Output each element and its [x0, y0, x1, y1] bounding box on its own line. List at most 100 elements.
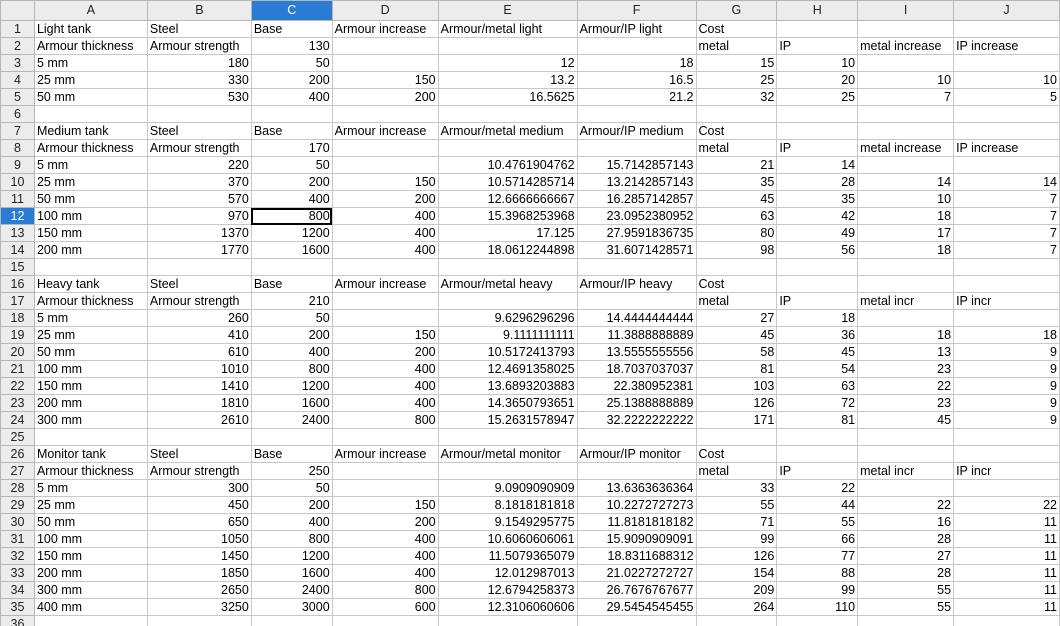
cell-i6[interactable] [857, 105, 955, 123]
cell-f16[interactable]: Armour/IP heavy [576, 275, 697, 293]
cell-e36[interactable] [437, 615, 578, 626]
cell-i28[interactable] [857, 479, 955, 497]
cell-a20[interactable]: 50 mm [33, 343, 148, 361]
cell-g16[interactable]: Cost [695, 275, 778, 293]
row-header-25[interactable]: 25 [0, 428, 35, 446]
column-header-d[interactable]: D [331, 0, 439, 21]
cell-g28[interactable]: 33 [695, 479, 778, 497]
cell-e6[interactable] [437, 105, 578, 123]
cell-f8[interactable] [576, 139, 697, 157]
row-header-13[interactable]: 13 [0, 224, 35, 242]
cell-j15[interactable] [953, 258, 1060, 276]
cell-f9[interactable]: 15.7142857143 [576, 156, 697, 174]
cell-d11[interactable]: 200 [331, 190, 439, 208]
cell-j31[interactable]: 11 [953, 530, 1060, 548]
cell-b8[interactable]: Armour strength [146, 139, 252, 157]
cell-j14[interactable]: 7 [953, 241, 1060, 259]
cell-a10[interactable]: 25 mm [33, 173, 148, 191]
cell-c22[interactable]: 1200 [250, 377, 333, 395]
cell-h23[interactable]: 72 [776, 394, 859, 412]
cell-j17[interactable]: IP incr [953, 292, 1060, 310]
cell-d8[interactable] [331, 139, 439, 157]
cell-b29[interactable]: 450 [146, 496, 252, 514]
cell-c13[interactable]: 1200 [250, 224, 333, 242]
cell-f10[interactable]: 13.2142857143 [576, 173, 697, 191]
cell-c10[interactable]: 200 [250, 173, 333, 191]
cell-d18[interactable] [331, 309, 439, 327]
cell-b17[interactable]: Armour strength [146, 292, 252, 310]
cell-f25[interactable] [576, 428, 697, 446]
column-header-a[interactable]: A [33, 0, 148, 21]
cell-i2[interactable]: metal increase [857, 37, 955, 55]
cell-i10[interactable]: 14 [857, 173, 955, 191]
cell-g27[interactable]: metal [695, 462, 778, 480]
cell-i16[interactable] [857, 275, 955, 293]
cell-h1[interactable] [776, 20, 859, 38]
cell-e32[interactable]: 11.5079365079 [437, 547, 578, 565]
cell-g31[interactable]: 99 [695, 530, 778, 548]
cell-c9[interactable]: 50 [250, 156, 333, 174]
cell-b36[interactable] [146, 615, 252, 626]
cell-a16[interactable]: Heavy tank [33, 275, 148, 293]
row-header-7[interactable]: 7 [0, 122, 35, 140]
cell-h27[interactable]: IP [776, 462, 859, 480]
cell-a33[interactable]: 200 mm [33, 564, 148, 582]
cell-i23[interactable]: 23 [857, 394, 955, 412]
cell-e25[interactable] [437, 428, 578, 446]
cell-e2[interactable] [437, 37, 578, 55]
row-header-36[interactable]: 36 [0, 615, 35, 626]
cell-j6[interactable] [953, 105, 1060, 123]
cell-f23[interactable]: 25.1388888889 [576, 394, 697, 412]
cell-c25[interactable] [250, 428, 333, 446]
cell-c33[interactable]: 1600 [250, 564, 333, 582]
cell-h4[interactable]: 20 [776, 71, 859, 89]
cell-j2[interactable]: IP increase [953, 37, 1060, 55]
cell-j34[interactable]: 11 [953, 581, 1060, 599]
cell-g4[interactable]: 25 [695, 71, 778, 89]
cell-e28[interactable]: 9.0909090909 [437, 479, 578, 497]
cell-g10[interactable]: 35 [695, 173, 778, 191]
row-header-17[interactable]: 17 [0, 292, 35, 310]
cell-c4[interactable]: 200 [250, 71, 333, 89]
cell-h12[interactable]: 42 [776, 207, 859, 225]
cell-a8[interactable]: Armour thickness [33, 139, 148, 157]
cell-j28[interactable] [953, 479, 1060, 497]
cell-a24[interactable]: 300 mm [33, 411, 148, 429]
row-header-24[interactable]: 24 [0, 411, 35, 429]
cell-f18[interactable]: 14.4444444444 [576, 309, 697, 327]
cell-i7[interactable] [857, 122, 955, 140]
cell-f35[interactable]: 29.5454545455 [576, 598, 697, 616]
cell-d3[interactable] [331, 54, 439, 72]
cell-c11[interactable]: 400 [250, 190, 333, 208]
cell-f26[interactable]: Armour/IP monitor [576, 445, 697, 463]
cell-h28[interactable]: 22 [776, 479, 859, 497]
cell-e30[interactable]: 9.1549295775 [437, 513, 578, 531]
cell-f30[interactable]: 11.8181818182 [576, 513, 697, 531]
cell-d12[interactable]: 400 [331, 207, 439, 225]
cell-h36[interactable] [776, 615, 859, 626]
cell-h18[interactable]: 18 [776, 309, 859, 327]
cell-f6[interactable] [576, 105, 697, 123]
cell-d21[interactable]: 400 [331, 360, 439, 378]
cell-g22[interactable]: 103 [695, 377, 778, 395]
cell-j20[interactable]: 9 [953, 343, 1060, 361]
cell-i32[interactable]: 27 [857, 547, 955, 565]
cell-a32[interactable]: 150 mm [33, 547, 148, 565]
cell-i25[interactable] [857, 428, 955, 446]
cell-d27[interactable] [331, 462, 439, 480]
cell-j16[interactable] [953, 275, 1060, 293]
cell-e3[interactable]: 12 [437, 54, 578, 72]
cell-h30[interactable]: 55 [776, 513, 859, 531]
cell-c16[interactable]: Base [250, 275, 333, 293]
cell-d22[interactable]: 400 [331, 377, 439, 395]
cell-g2[interactable]: metal [695, 37, 778, 55]
row-header-35[interactable]: 35 [0, 598, 35, 616]
cell-e5[interactable]: 16.5625 [437, 88, 578, 106]
cell-b30[interactable]: 650 [146, 513, 252, 531]
cell-i15[interactable] [857, 258, 955, 276]
cell-b16[interactable]: Steel [146, 275, 252, 293]
cell-h24[interactable]: 81 [776, 411, 859, 429]
cell-j22[interactable]: 9 [953, 377, 1060, 395]
cell-d25[interactable] [331, 428, 439, 446]
cell-f29[interactable]: 10.2272727273 [576, 496, 697, 514]
